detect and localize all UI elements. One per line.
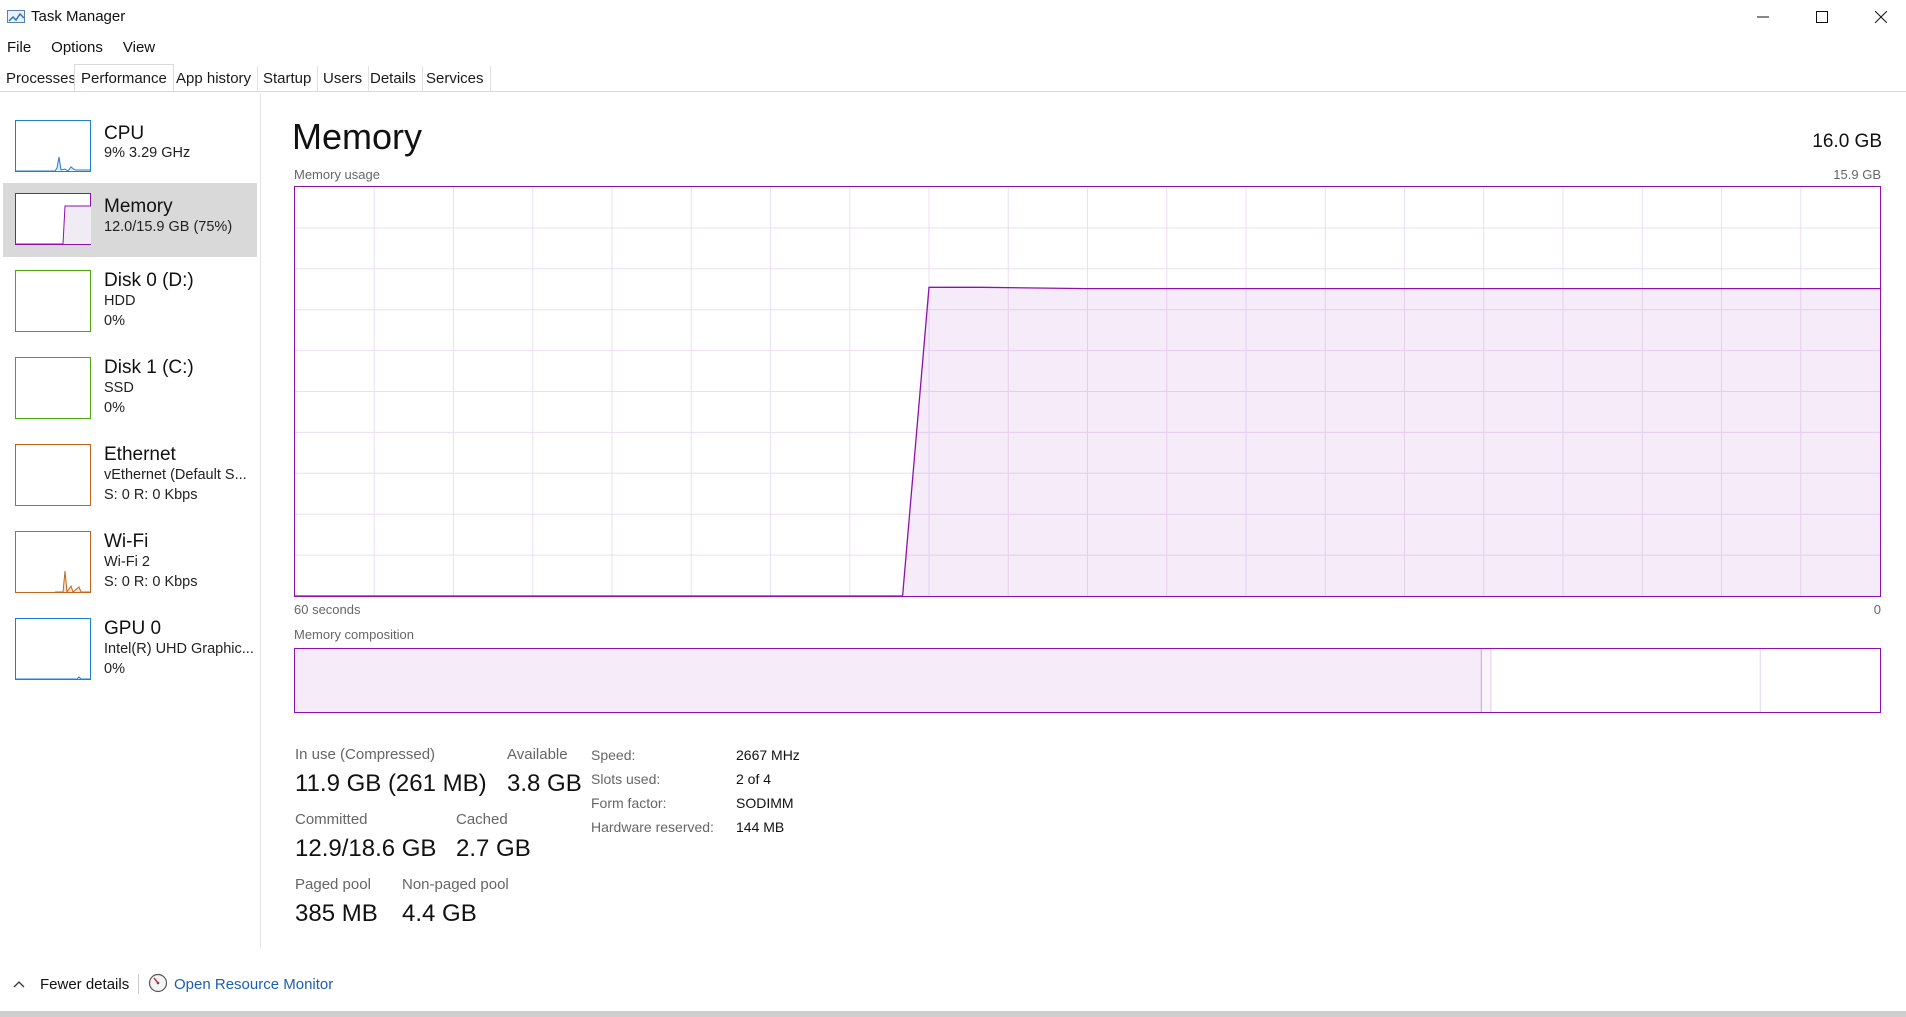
sidebar-item-ethernet[interactable]: Ethernet vEthernet (Default S... S: 0 R:… [3,437,257,511]
composition-segment [1760,649,1880,712]
chart-axis-right: 0 [1873,602,1881,617]
paged-pool-label: Paged pool [295,876,371,893]
non-paged-pool-label: Non-paged pool [402,876,509,893]
sidebar-item-value: S: 0 R: 0 Kbps [104,574,198,590]
sidebar-item-value: 0% [104,661,125,677]
cached-label: Cached [456,811,508,828]
sidebar-item-name: GPU 0 [104,618,162,639]
sidebar-item-name: Memory [104,196,173,217]
memory-thumbnail [15,193,91,245]
sidebar-item-cpu[interactable]: CPU 9% 3.29 GHz [3,114,257,188]
sidebar-item-wifi[interactable]: Wi-Fi Wi-Fi 2 S: 0 R: 0 Kbps [3,524,257,598]
form-factor-value: SODIMM [736,795,794,811]
memory-composition-plot [295,649,1880,712]
sidebar-item-name: Wi-Fi [104,531,149,552]
menu-view[interactable]: View [123,36,155,60]
available-value: 3.8 GB [507,770,582,797]
sidebar-item-name: Disk 0 (D:) [104,270,194,291]
wifi-thumbnail [15,531,91,593]
memory-composition-bar [294,648,1881,713]
open-resource-monitor-link[interactable]: Open Resource Monitor [174,976,333,993]
performance-sidebar: CPU 9% 3.29 GHz Memory 12.0/15.9 GB (75%… [0,93,261,949]
sidebar-item-value: S: 0 R: 0 Kbps [104,487,198,503]
sidebar-item-value: 0% [104,400,125,416]
fewer-details-button[interactable]: Fewer details [40,976,129,993]
hardware-reserved-value: 144 MB [736,819,785,835]
cached-value: 2.7 GB [456,835,531,862]
sidebar-item-disk1[interactable]: Disk 1 (C:) SSD 0% [3,350,257,424]
sidebar-item-name: Disk 1 (C:) [104,357,194,378]
minimize-button[interactable] [1734,0,1792,34]
tab-services[interactable]: Services [420,66,491,92]
hardware-reserved-label: Hardware reserved: [591,819,714,835]
memory-usage-label: Memory usage [294,167,380,182]
maximize-icon [1816,11,1828,23]
sidebar-item-detail: 12.0/15.9 GB (75%) [104,219,233,235]
task-manager-icon [7,10,25,23]
composition-segment [1491,649,1761,712]
footer-bar: Fewer details Open Resource Monitor [0,968,1906,1002]
chart-axis-left: 60 seconds [294,602,361,617]
sidebar-item-disk0[interactable]: Disk 0 (D:) HDD 0% [3,263,257,337]
sidebar-item-value: 0% [104,313,125,329]
close-icon [1875,11,1887,23]
speed-label: Speed: [591,747,636,763]
minimize-icon [1757,16,1769,18]
resource-monitor-icon [148,973,168,993]
composition-segment [295,649,1482,712]
sidebar-item-detail: vEthernet (Default S... [104,467,247,483]
page-title: Memory [292,116,423,157]
memory-usage-max: 15.9 GB [1833,167,1881,182]
tab-bar: Processes Performance App history Startu… [0,64,1906,92]
chevron-up-icon[interactable] [11,976,27,992]
window-title: Task Manager [31,8,126,25]
tab-startup[interactable]: Startup [257,66,319,92]
memory-total: 16.0 GB [1812,131,1882,152]
tab-processes[interactable]: Processes [0,66,84,92]
disk1-thumbnail [15,357,91,419]
close-button[interactable] [1852,0,1906,34]
memory-usage-chart [294,186,1881,597]
tab-performance[interactable]: Performance [74,64,174,91]
sidebar-item-name: Ethernet [104,444,176,465]
maximize-button[interactable] [1793,0,1851,34]
title-bar: Task Manager [0,0,1906,34]
non-paged-pool-value: 4.4 GB [402,900,477,927]
slots-value: 2 of 4 [736,771,772,787]
disk0-thumbnail [15,270,91,332]
menu-options[interactable]: Options [51,36,103,60]
tab-details[interactable]: Details [364,66,423,92]
taskbar-edge [0,1011,1906,1017]
footer-divider [138,974,139,994]
sidebar-item-name: CPU [104,123,145,144]
gpu0-thumbnail [15,618,91,680]
sidebar-item-detail: Intel(R) UHD Graphic... [104,641,254,657]
menu-bar: File Options View [0,36,168,60]
sidebar-item-detail: SSD [104,380,134,396]
paged-pool-value: 385 MB [295,900,378,927]
form-factor-label: Form factor: [591,795,667,811]
available-label: Available [507,746,568,763]
memory-composition-label: Memory composition [294,627,414,642]
speed-value: 2667 MHz [736,747,800,763]
tab-app-history[interactable]: App history [170,66,259,92]
slots-label: Slots used: [591,771,661,787]
in-use-value: 11.9 GB (261 MB) [295,770,487,797]
committed-label: Committed [295,811,368,828]
committed-value: 12.9/18.6 GB [295,835,437,862]
composition-segment [1481,649,1492,712]
memory-usage-plot [295,187,1880,597]
cpu-thumbnail [15,120,91,172]
sidebar-item-gpu0[interactable]: GPU 0 Intel(R) UHD Graphic... 0% [3,611,257,685]
ethernet-thumbnail [15,444,91,506]
tab-users[interactable]: Users [317,66,370,92]
sidebar-item-detail: Wi-Fi 2 [104,554,150,570]
sidebar-item-detail: 9% 3.29 GHz [104,145,191,161]
sidebar-item-detail: HDD [104,293,136,309]
menu-file[interactable]: File [7,36,31,60]
in-use-label: In use (Compressed) [295,746,436,763]
sidebar-item-memory[interactable]: Memory 12.0/15.9 GB (75%) [3,183,257,257]
